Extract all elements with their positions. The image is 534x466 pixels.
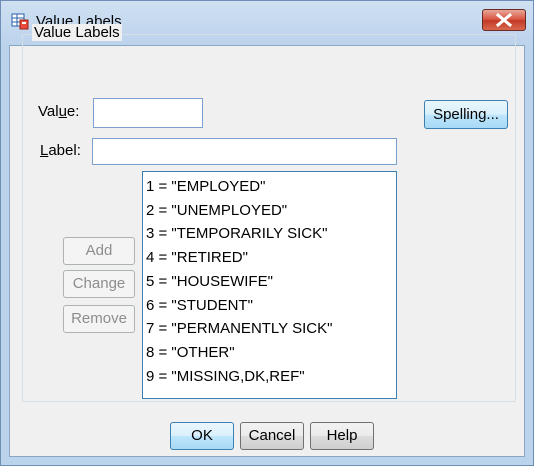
close-x-icon <box>495 12 513 28</box>
group-legend: Value Labels <box>32 24 122 41</box>
value-input[interactable] <box>93 98 203 128</box>
spelling-button[interactable]: Spelling... <box>424 100 508 129</box>
list-item[interactable]: 7 = "PERMANENTLY SICK" <box>146 317 396 341</box>
close-button[interactable] <box>482 9 526 31</box>
list-item[interactable]: 2 = "UNEMPLOYED" <box>146 199 396 223</box>
list-item[interactable]: 6 = "STUDENT" <box>146 294 396 318</box>
help-button[interactable]: Help <box>310 422 374 450</box>
label-input[interactable] <box>92 138 397 165</box>
cancel-button[interactable]: Cancel <box>240 422 304 450</box>
add-button[interactable]: Add <box>63 237 135 265</box>
list-item[interactable]: 3 = "TEMPORARILY SICK" <box>146 222 396 246</box>
label-label: Label: <box>40 142 81 159</box>
list-item[interactable]: 5 = "HOUSEWIFE" <box>146 270 396 294</box>
value-labels-list[interactable]: 1 = "EMPLOYED" 2 = "UNEMPLOYED" 3 = "TEM… <box>142 171 397 399</box>
value-label: Value: <box>38 103 80 120</box>
list-item[interactable]: 4 = "RETIRED" <box>146 246 396 270</box>
change-button[interactable]: Change <box>63 270 135 298</box>
list-item[interactable]: 1 = "EMPLOYED" <box>146 175 396 199</box>
list-item[interactable]: 9 = "MISSING,DK,REF" <box>146 365 396 389</box>
value-labels-icon <box>11 13 29 30</box>
ok-button[interactable]: OK <box>170 422 234 450</box>
list-item[interactable]: 8 = "OTHER" <box>146 341 396 365</box>
remove-button[interactable]: Remove <box>63 305 135 333</box>
